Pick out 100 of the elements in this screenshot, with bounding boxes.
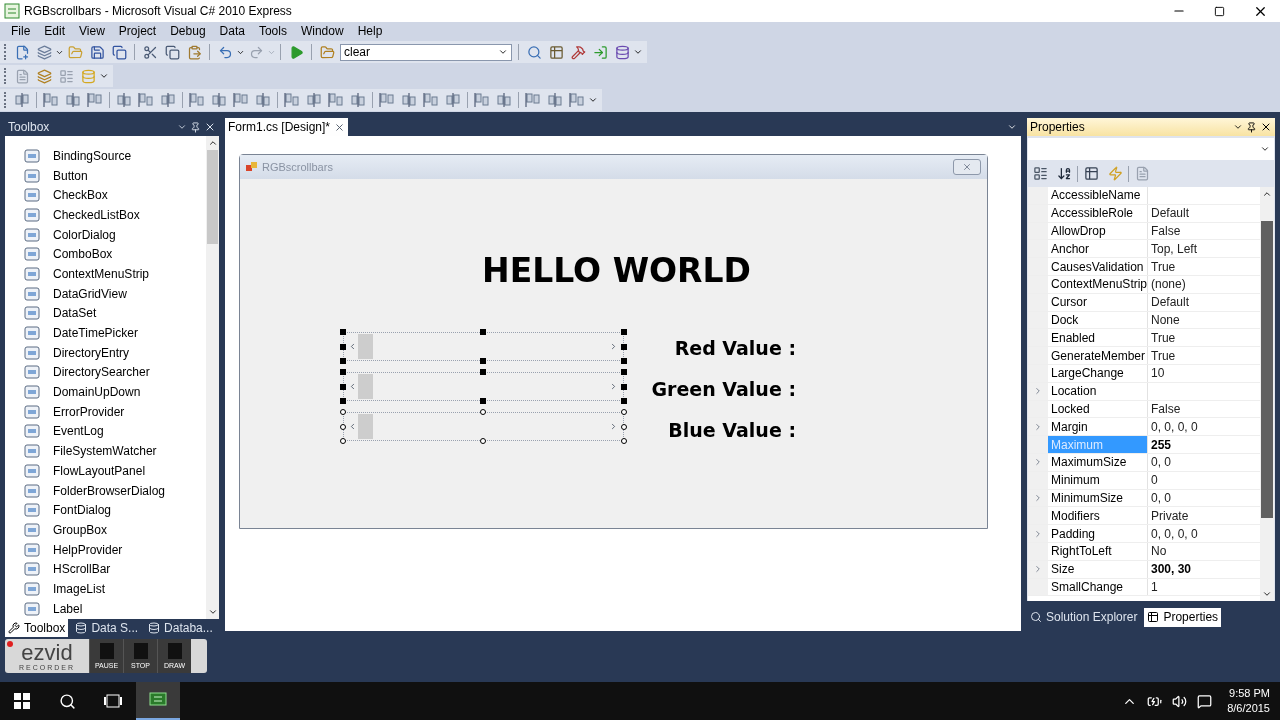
- property-name[interactable]: Dock: [1048, 311, 1148, 329]
- property-value[interactable]: 300, 30: [1151, 560, 1192, 579]
- expand-icon[interactable]: [1033, 492, 1043, 503]
- toolbox-item[interactable]: Label: [53, 599, 83, 618]
- menu-item[interactable]: Help: [350, 22, 390, 40]
- panel-tab[interactable]: Databa...: [145, 618, 216, 638]
- scroll-thumb[interactable]: [358, 414, 373, 439]
- overflow-caret-icon[interactable]: [588, 95, 598, 105]
- property-value[interactable]: Private: [1151, 506, 1189, 525]
- toolbox-item[interactable]: DirectorySearcher: [53, 363, 150, 382]
- property-value[interactable]: None: [1151, 311, 1180, 329]
- toolbox-item[interactable]: ErrorProvider: [53, 402, 125, 421]
- toolbox-item[interactable]: DirectoryEntry: [53, 343, 129, 362]
- expand-icon[interactable]: [1033, 457, 1043, 468]
- property-name[interactable]: GenerateMember: [1048, 347, 1148, 364]
- toolbox-item[interactable]: ImageList: [53, 579, 106, 598]
- scroll-thumb[interactable]: [358, 374, 373, 399]
- align-tool-icon[interactable]: [569, 92, 585, 108]
- property-value[interactable]: No: [1151, 542, 1167, 561]
- property-name[interactable]: MinimumSize: [1048, 489, 1148, 507]
- property-name[interactable]: LargeChange: [1048, 364, 1148, 382]
- align-tool-icon[interactable]: [525, 92, 541, 108]
- form-close-button[interactable]: [953, 159, 981, 175]
- align-tool-icon[interactable]: [65, 92, 81, 108]
- toolbox-item[interactable]: FlowLayoutPanel: [53, 461, 146, 480]
- toolbox-item[interactable]: Button: [53, 166, 88, 185]
- align-tool-icon[interactable]: [284, 92, 300, 108]
- toolbox-item[interactable]: FileSystemWatcher: [53, 442, 157, 461]
- align-tool-icon[interactable]: [160, 92, 176, 108]
- toolbox-item[interactable]: FontDialog: [53, 501, 112, 520]
- property-value[interactable]: False: [1151, 399, 1181, 418]
- volume-icon[interactable]: [1172, 693, 1188, 709]
- clock-date[interactable]: 8/6/2015: [1227, 701, 1270, 716]
- property-value[interactable]: Default: [1151, 204, 1190, 223]
- property-value[interactable]: Top, Left: [1151, 239, 1198, 258]
- align-tool-icon[interactable]: [423, 92, 439, 108]
- clock-time[interactable]: 9:58 PM: [1229, 686, 1270, 701]
- pin-icon[interactable]: [1246, 121, 1257, 133]
- toolbox-item[interactable]: CheckedListBox: [53, 205, 140, 224]
- property-value[interactable]: True: [1151, 328, 1176, 347]
- property-value[interactable]: False: [1151, 222, 1181, 240]
- property-value[interactable]: 255: [1151, 435, 1172, 454]
- toolbox-item[interactable]: DataGridView: [53, 284, 127, 303]
- horizontal-scrollbar[interactable]: [348, 374, 618, 399]
- menu-item[interactable]: Edit: [37, 22, 73, 40]
- property-value[interactable]: Default: [1151, 293, 1190, 312]
- property-name[interactable]: Anchor: [1048, 240, 1148, 258]
- align-tool-icon[interactable]: [496, 92, 512, 108]
- expand-icon[interactable]: [1033, 386, 1043, 397]
- dropdown-caret-icon[interactable]: [1233, 122, 1243, 132]
- task-view-icon[interactable]: [103, 694, 123, 708]
- toolbox-item[interactable]: EventLog: [53, 422, 104, 441]
- scroll-down-icon[interactable]: [1262, 589, 1272, 599]
- menu-item[interactable]: Project: [111, 22, 164, 40]
- panel-tab[interactable]: Data S...: [72, 618, 142, 638]
- property-value[interactable]: 0, 0: [1151, 488, 1171, 507]
- panel-tab[interactable]: Solution Explorer: [1027, 607, 1141, 627]
- close-icon[interactable]: [204, 121, 216, 133]
- pin-icon[interactable]: [190, 121, 201, 133]
- toolbox-item[interactable]: HScrollBar: [53, 560, 111, 579]
- dropdown-caret-icon[interactable]: [177, 122, 187, 132]
- property-name[interactable]: AllowDrop: [1048, 222, 1148, 240]
- scroll-up-icon[interactable]: [1262, 189, 1272, 199]
- property-value[interactable]: (none): [1151, 275, 1186, 294]
- menu-item[interactable]: Data: [212, 22, 252, 40]
- align-tool-icon[interactable]: [401, 92, 417, 108]
- align-tool-icon[interactable]: [350, 92, 366, 108]
- notification-icon[interactable]: [1197, 693, 1213, 709]
- toolbox-item[interactable]: ColorDialog: [53, 225, 116, 244]
- toolbox-item[interactable]: HelpProvider: [53, 540, 123, 559]
- property-value[interactable]: 10: [1151, 364, 1165, 383]
- property-name[interactable]: RightToLeft: [1048, 542, 1148, 560]
- property-name[interactable]: Modifiers: [1048, 507, 1148, 525]
- property-name[interactable]: Minimum: [1048, 471, 1148, 489]
- menu-item[interactable]: View: [72, 22, 112, 40]
- property-value[interactable]: 0, 0, 0, 0: [1151, 524, 1198, 543]
- overflow-caret-icon[interactable]: [99, 71, 109, 81]
- property-name[interactable]: Enabled: [1048, 329, 1148, 347]
- menu-item[interactable]: Debug: [163, 22, 213, 40]
- menu-item[interactable]: Tools: [251, 22, 294, 40]
- property-value[interactable]: True: [1151, 346, 1176, 365]
- align-tool-icon[interactable]: [43, 92, 59, 108]
- horizontal-scrollbar[interactable]: [348, 414, 618, 439]
- property-name[interactable]: MaximumSize: [1048, 453, 1148, 471]
- menu-item[interactable]: File: [4, 22, 38, 40]
- property-name[interactable]: CausesValidation: [1048, 258, 1148, 275]
- toolbox-item[interactable]: FolderBrowserDialog: [53, 481, 166, 500]
- panel-tab[interactable]: Properties: [1144, 607, 1222, 627]
- close-icon[interactable]: [1260, 121, 1272, 133]
- expand-icon[interactable]: [1033, 528, 1043, 539]
- maximize-icon[interactable]: [1214, 5, 1225, 17]
- align-tool-icon[interactable]: [14, 92, 30, 108]
- property-name[interactable]: SmallChange: [1048, 578, 1148, 596]
- scroll-thumb[interactable]: [207, 150, 218, 244]
- scroll-thumb[interactable]: [1261, 221, 1273, 518]
- search-icon[interactable]: [58, 692, 76, 710]
- align-tool-icon[interactable]: [211, 92, 227, 108]
- align-tool-icon[interactable]: [547, 92, 563, 108]
- scrollbar[interactable]: [1260, 187, 1274, 601]
- toolbox-item[interactable]: BindingSource: [53, 146, 132, 165]
